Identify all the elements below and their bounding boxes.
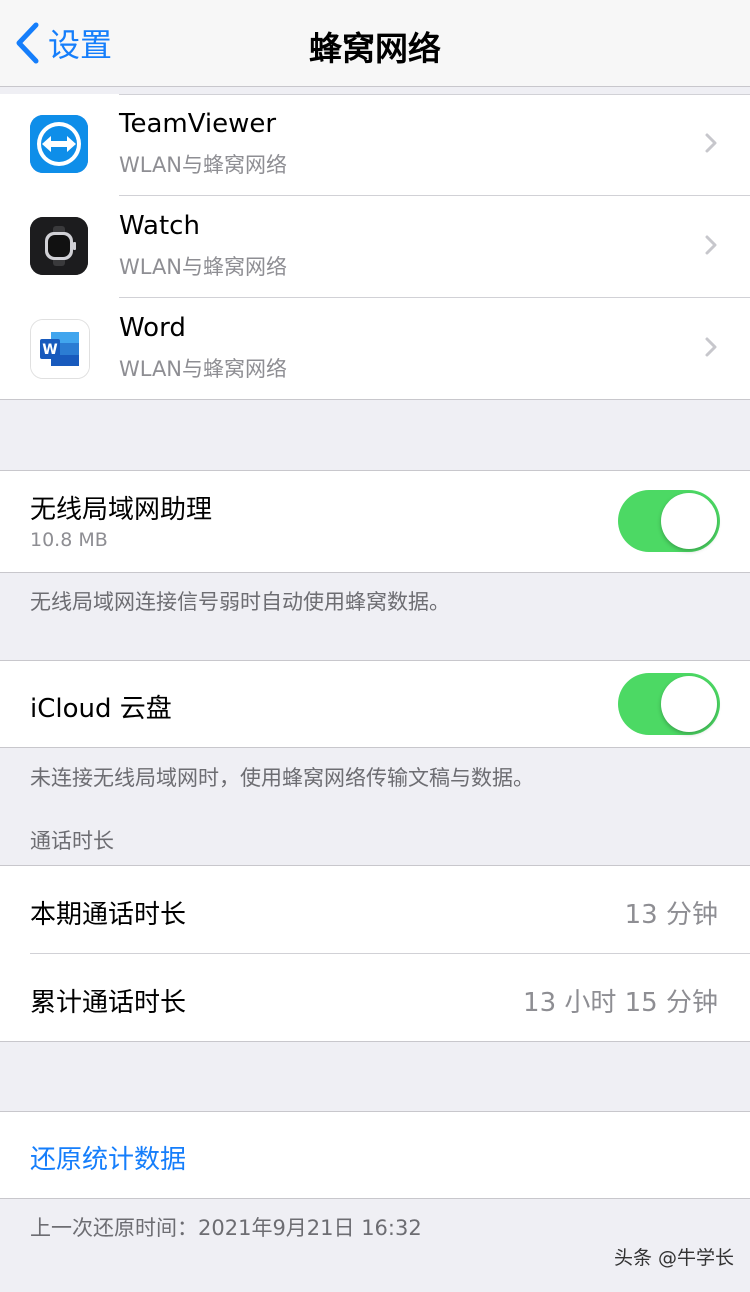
list-item-word[interactable]: W Word WLAN与蜂窝网络 <box>0 298 750 400</box>
app-name: Word <box>119 313 186 343</box>
app-subtitle: WLAN与蜂窝网络 <box>119 255 288 279</box>
chevron-right-icon <box>704 336 718 362</box>
call-time-group: 本期通话时长 13 分钟 累计通话时长 13 小时 15 分钟 <box>0 865 750 1042</box>
call-time-header: 通话时长 <box>30 829 114 853</box>
teamviewer-icon <box>30 115 88 173</box>
app-name: TeamViewer <box>119 109 277 139</box>
current-period-label: 本期通话时长 <box>30 900 187 930</box>
icloud-drive-title: iCloud 云盘 <box>30 694 172 724</box>
app-subtitle: WLAN与蜂窝网络 <box>119 153 288 177</box>
current-period-value: 13 分钟 <box>624 900 718 930</box>
lifetime-label: 累计通话时长 <box>30 988 187 1018</box>
svg-text:W: W <box>42 342 57 358</box>
app-subtitle: WLAN与蜂窝网络 <box>119 357 288 381</box>
chevron-right-icon <box>704 234 718 260</box>
word-icon: W <box>30 319 90 379</box>
lifetime-value: 13 小时 15 分钟 <box>523 988 718 1018</box>
chevron-right-icon <box>704 132 718 158</box>
page-title: 蜂窝网络 <box>309 29 441 68</box>
navigation-bar: 设置 蜂窝网络 <box>0 0 750 87</box>
icloud-drive-toggle[interactable] <box>618 673 720 735</box>
icloud-drive-footnote: 未连接无线局域网时，使用蜂窝网络传输文稿与数据。 <box>30 766 534 790</box>
reset-statistics-button[interactable]: 还原统计数据 <box>30 1139 186 1176</box>
icloud-drive-row: iCloud 云盘 <box>0 660 750 748</box>
apps-list: TeamViewer WLAN与蜂窝网络 Watch WLAN与蜂窝网络 W W… <box>0 94 750 400</box>
wifi-assist-toggle[interactable] <box>618 490 720 552</box>
app-name: Watch <box>119 211 200 241</box>
list-item-watch[interactable]: Watch WLAN与蜂窝网络 <box>0 196 750 298</box>
wifi-assist-footnote: 无线局域网连接信号弱时自动使用蜂窝数据。 <box>30 590 450 614</box>
last-reset-time: 上一次还原时间：2021年9月21日 16:32 <box>30 1216 422 1240</box>
wifi-assist-usage: 10.8 MB <box>30 529 108 551</box>
reset-group: 还原统计数据 <box>0 1111 750 1199</box>
wifi-assist-row: 无线局域网助理 10.8 MB <box>0 470 750 573</box>
watermark: 头条 @牛学长 <box>613 1247 734 1269</box>
divider <box>30 953 750 954</box>
watch-icon <box>30 217 88 275</box>
wifi-assist-title: 无线局域网助理 <box>30 495 213 525</box>
list-item-teamviewer[interactable]: TeamViewer WLAN与蜂窝网络 <box>0 94 750 196</box>
